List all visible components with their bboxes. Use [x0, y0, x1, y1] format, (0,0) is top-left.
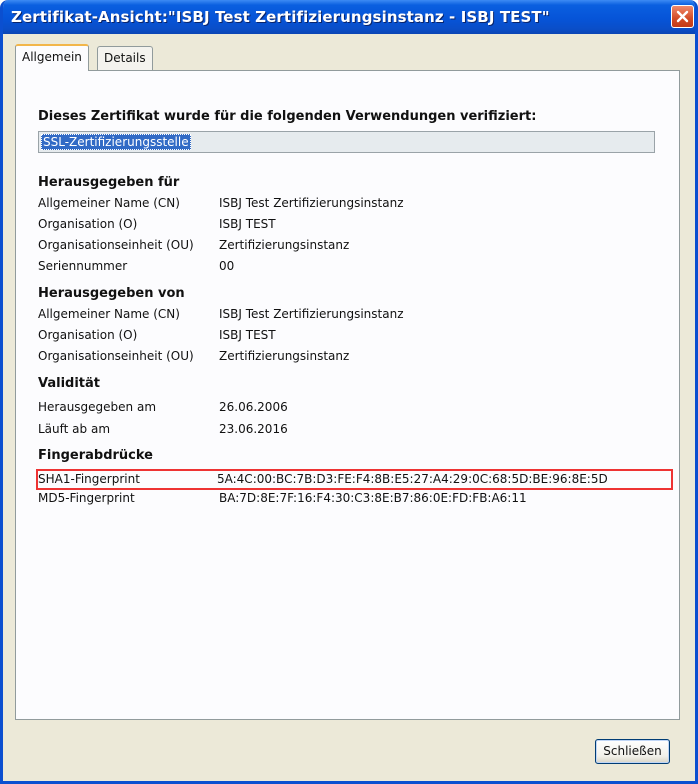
field-label: SHA1-Fingerprint: [38, 472, 140, 486]
issued-on-row: Herausgegeben am 26.06.2006: [38, 398, 668, 418]
field-label: Organisationseinheit (OU): [38, 349, 194, 363]
window-title: Zertifikat-Ansicht:"ISBJ Test Zertifizie…: [11, 8, 550, 26]
field-value: ISBJ Test Zertifizierungsinstanz: [219, 307, 404, 321]
field-value: Zertifizierungsinstanz: [219, 238, 350, 252]
issued-to-o-row: Organisation (O) ISBJ TEST: [38, 215, 668, 235]
close-icon: [676, 10, 689, 23]
field-label: Organisation (O): [38, 328, 138, 342]
field-value: 00: [219, 259, 235, 273]
issued-by-ou-row: Organisationseinheit (OU) Zertifizierung…: [38, 347, 668, 367]
validity-heading: Validität: [38, 376, 100, 391]
field-value: ISBJ TEST: [219, 217, 276, 231]
serial-number-row: Seriennummer 00: [38, 257, 668, 277]
issued-to-ou-row: Organisationseinheit (OU) Zertifizierung…: [38, 236, 668, 256]
close-button[interactable]: Schließen: [595, 739, 670, 764]
md5-fingerprint-row: MD5-Fingerprint BA:7D:8E:7F:16:F4:30:C3:…: [38, 489, 668, 509]
field-value: BA:7D:8E:7F:16:F4:30:C3:8E:B7:86:0E:FD:F…: [219, 491, 527, 505]
field-value: 26.06.2006: [219, 400, 288, 414]
field-label: Seriennummer: [38, 259, 128, 273]
field-value: Zertifizierungsinstanz: [219, 349, 350, 363]
field-label: MD5-Fingerprint: [38, 491, 135, 505]
field-label: Organisationseinheit (OU): [38, 238, 194, 252]
issued-to-heading: Herausgegeben für: [38, 175, 180, 190]
sha1-fingerprint-row: SHA1-Fingerprint 5A:4C:00:BC:7B:D3:FE:F4…: [36, 469, 673, 490]
field-label: Läuft ab am: [38, 422, 111, 436]
expires-on-row: Läuft ab am 23.06.2016: [38, 420, 668, 440]
field-label: Allgemeiner Name (CN): [38, 196, 180, 210]
tab-details[interactable]: Details: [97, 46, 153, 70]
general-tab-panel: Dieses Zertifikat wurde für die folgende…: [15, 70, 680, 720]
usage-item-ssl-ca[interactable]: SSL-Zertifizierungsstelle: [41, 134, 191, 150]
field-label: Herausgegeben am: [38, 400, 157, 414]
field-value: 5A:4C:00:BC:7B:D3:FE:F4:8B:E5:27:A4:29:0…: [217, 472, 608, 486]
window-close-button[interactable]: [671, 5, 694, 28]
issued-by-o-row: Organisation (O) ISBJ TEST: [38, 326, 668, 346]
field-label: Allgemeiner Name (CN): [38, 307, 180, 321]
issued-by-heading: Herausgegeben von: [38, 286, 185, 301]
field-value: ISBJ TEST: [219, 328, 276, 342]
title-bar[interactable]: Zertifikat-Ansicht:"ISBJ Test Zertifizie…: [3, 0, 695, 34]
verified-uses-heading: Dieses Zertifikat wurde für die folgende…: [38, 109, 537, 124]
issued-by-cn-row: Allgemeiner Name (CN) ISBJ Test Zertifiz…: [38, 305, 668, 325]
field-label: Organisation (O): [38, 217, 138, 231]
certificate-viewer-window: Zertifikat-Ansicht:"ISBJ Test Zertifizie…: [0, 0, 698, 784]
tab-allgemein[interactable]: Allgemein: [15, 44, 89, 71]
issued-to-cn-row: Allgemeiner Name (CN) ISBJ Test Zertifiz…: [38, 194, 668, 214]
fingerprints-heading: Fingerabdrücke: [38, 448, 153, 463]
field-value: 23.06.2016: [219, 422, 288, 436]
field-value: ISBJ Test Zertifizierungsinstanz: [219, 196, 404, 210]
verified-uses-list[interactable]: SSL-Zertifizierungsstelle: [38, 131, 655, 153]
